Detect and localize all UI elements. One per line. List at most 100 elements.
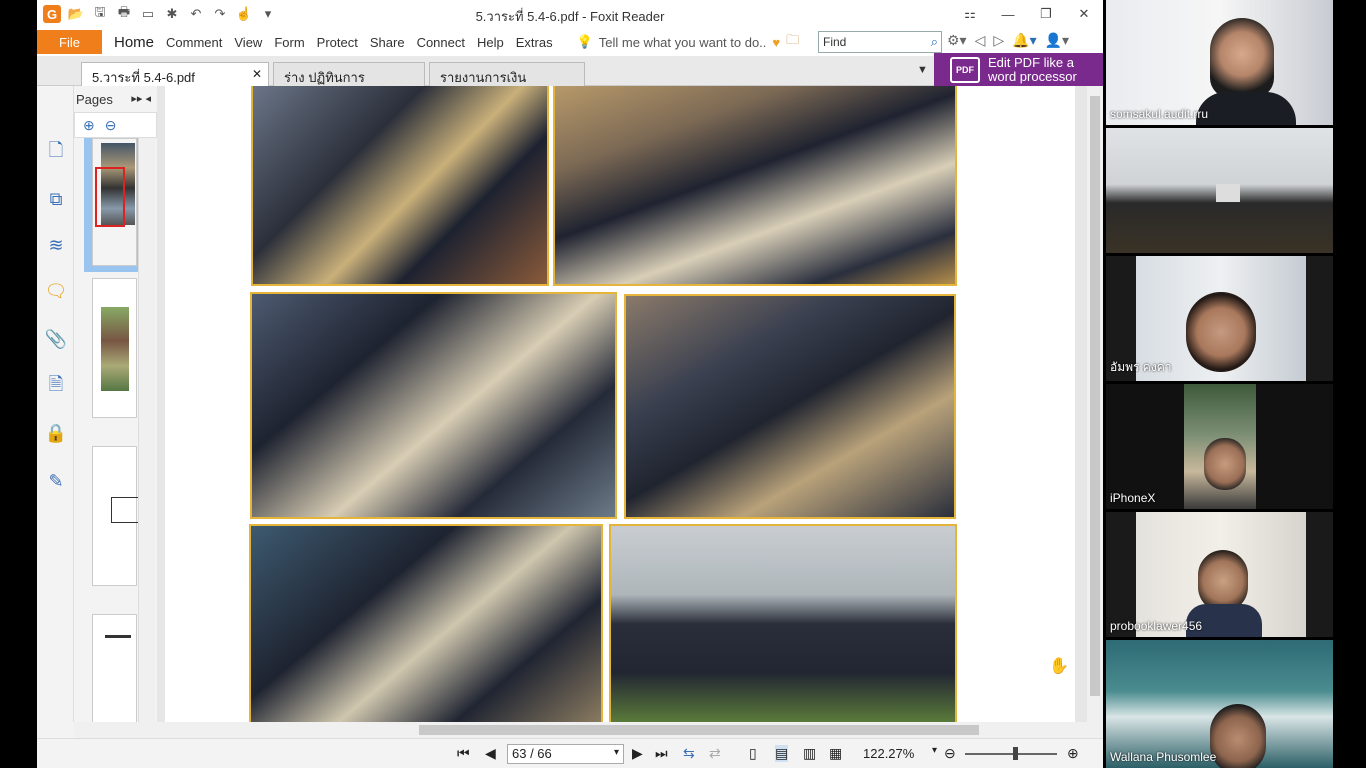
restore-button[interactable]: ❐ [1027, 0, 1065, 28]
window-icon[interactable]: ▭ [139, 5, 157, 23]
undo-icon[interactable]: ↶ [187, 5, 205, 23]
print-icon[interactable]: 🖶 [115, 4, 133, 23]
signature-icon[interactable]: 🗎 [45, 374, 67, 398]
next-view-icon[interactable]: ⇄ [709, 745, 721, 762]
zoom-in-icon[interactable]: ⊕ [1067, 745, 1079, 762]
document-tab[interactable]: รายงานการเงินสวัสดิการ ... [429, 62, 585, 106]
zoom-in-thumbnail-icon[interactable]: ⊕ [83, 117, 95, 133]
notification-bell-icon[interactable]: 🔔▾ [1012, 32, 1036, 49]
panel-controls-icon[interactable]: ▸▸ ◂ [131, 92, 151, 105]
hand-tool-icon[interactable]: ☝ [235, 5, 253, 23]
page-number-field[interactable]: 63 / 66 ▾ [507, 744, 624, 764]
heart-icon[interactable]: ♥ [772, 35, 780, 50]
edit-pdf-banner[interactable]: PDF Edit PDF like a word processor [934, 53, 1103, 86]
attachments-icon[interactable]: 📎 [45, 328, 67, 350]
new-icon[interactable]: ✱ [163, 5, 181, 23]
pages-panel-icon[interactable]: ⧉ [45, 188, 67, 210]
document-view[interactable]: ✋ [157, 86, 1087, 722]
page-thumbnail[interactable] [92, 446, 141, 586]
tab-view[interactable]: View [228, 35, 268, 50]
tab-help[interactable]: Help [471, 35, 510, 50]
tab-comment[interactable]: Comment [160, 35, 228, 50]
meeting-photo [251, 86, 549, 286]
hand-cursor-icon: ✋ [1049, 658, 1069, 675]
comments-icon[interactable]: 🗨 [45, 280, 68, 302]
page-dropdown-icon[interactable]: ▾ [614, 747, 619, 758]
file-menu-button[interactable]: File [37, 30, 102, 54]
pdf-page [165, 86, 1075, 722]
document-tab[interactable]: ร่าง ปฏิทินการประชุม.pdf [273, 62, 425, 106]
continuous-facing-icon[interactable]: ▦ [829, 745, 842, 762]
horizontal-scrollbar[interactable] [74, 722, 1103, 738]
redo-icon[interactable]: ↷ [211, 5, 229, 23]
tab-protect[interactable]: Protect [311, 35, 364, 50]
ribbon-options-icon[interactable]: ⚏ [951, 0, 989, 28]
participant-name: iPhoneX [1110, 491, 1156, 505]
participant-tile[interactable] [1106, 128, 1333, 253]
search-icon[interactable]: ⌕ [931, 34, 938, 50]
lock-icon[interactable]: 🔒 [45, 422, 67, 444]
tab-form[interactable]: Form [268, 35, 310, 50]
layers-icon[interactable]: ≋ [45, 234, 67, 256]
next-result-icon[interactable]: ▷ [993, 32, 1004, 49]
zoom-slider-track[interactable] [965, 753, 1057, 755]
zoom-out-thumbnail-icon[interactable]: ⊖ [105, 117, 117, 133]
tab-label: 5.วาระที่ 5.4-6.pdf [92, 70, 195, 85]
single-page-icon[interactable]: ▯ [749, 745, 757, 762]
last-page-icon[interactable]: ⏭ [655, 745, 668, 762]
banner-line-1: Edit PDF like a [988, 54, 1074, 70]
tell-me-search[interactable]: 💡 Tell me what you want to do.. ♥ 🗀 [577, 31, 800, 53]
participant-name: Wallana Phusomlee [1110, 750, 1217, 764]
zoom-out-icon[interactable]: ⊖ [944, 745, 956, 762]
settings-gear-icon[interactable]: ⚙▾ [947, 32, 967, 49]
participant-tile[interactable]: iPhoneX [1106, 384, 1333, 509]
horizontal-scroll-thumb[interactable] [419, 725, 979, 735]
tab-extras[interactable]: Extras [510, 35, 559, 50]
account-icon[interactable]: 👤▾ [1045, 32, 1069, 49]
customize-dropdown-icon[interactable]: ▾ [259, 5, 277, 23]
find-folder-icon[interactable]: 🗀 [786, 31, 799, 53]
previous-view-icon[interactable]: ⇆ [683, 745, 695, 762]
tab-home[interactable]: Home [108, 34, 160, 51]
previous-result-icon[interactable]: ◁ [975, 32, 986, 49]
thumbnail-list [82, 138, 142, 722]
next-page-icon[interactable]: ▶ [632, 745, 643, 762]
zoom-level[interactable]: 122.27% [863, 746, 914, 761]
pen-user-icon[interactable]: ✎ [45, 470, 67, 492]
tab-connect[interactable]: Connect [411, 35, 471, 50]
page-icon[interactable]: 🗋 [45, 140, 67, 164]
left-margin [0, 0, 37, 768]
find-input[interactable]: Find ⌕ [818, 31, 942, 53]
page-thumbnail[interactable] [92, 278, 137, 418]
foxit-logo-icon: G [43, 5, 61, 23]
page-thumbnail[interactable] [92, 614, 137, 722]
previous-page-icon[interactable]: ◀ [485, 745, 496, 762]
ribbon-menu: File Home Comment View Form Protect Shar… [37, 28, 1103, 56]
page-number-value: 63 / 66 [512, 746, 552, 761]
zoom-slider-handle[interactable] [1013, 747, 1018, 760]
zoom-dropdown-icon[interactable]: ▾ [932, 745, 937, 756]
close-button[interactable]: ✕ [1065, 0, 1103, 28]
thumbnail-scrollbar[interactable] [138, 138, 155, 722]
page-thumbnail[interactable] [92, 138, 137, 266]
facing-pages-icon[interactable]: ▥ [803, 745, 816, 762]
tell-me-text: Tell me what you want to do.. [598, 34, 767, 50]
vertical-scrollbar[interactable] [1087, 86, 1103, 722]
save-icon[interactable]: 🖫 [91, 4, 109, 23]
tab-list-dropdown-icon[interactable]: ▼ [917, 64, 928, 76]
participant-tile[interactable]: อัมพร คงคา [1106, 256, 1333, 381]
close-tab-icon[interactable]: ✕ [252, 67, 262, 81]
continuous-page-icon[interactable]: ▤ [775, 745, 789, 762]
meeting-photo [249, 524, 603, 722]
status-bar: ⏮ ◀ 63 / 66 ▾ ▶ ⏭ ⇆ ⇄ ▯ ▤ ▥ ▦ 122.27% ▾ … [37, 738, 1103, 768]
first-page-icon[interactable]: ⏮ [457, 745, 470, 762]
participant-tile[interactable]: Wallana Phusomlee [1106, 640, 1333, 768]
participant-tile[interactable]: somsakul.audit.rru [1106, 0, 1333, 125]
document-tab-active[interactable]: 5.วาระที่ 5.4-6.pdf ✕ [81, 62, 269, 86]
open-folder-icon[interactable]: 📂 [67, 5, 85, 23]
phantompdf-logo-icon: PDF [950, 56, 980, 83]
tab-share[interactable]: Share [364, 35, 411, 50]
vertical-scroll-thumb[interactable] [1090, 96, 1100, 696]
minimize-button[interactable]: — [989, 0, 1027, 28]
participant-tile[interactable]: probooklawer456 [1106, 512, 1333, 637]
